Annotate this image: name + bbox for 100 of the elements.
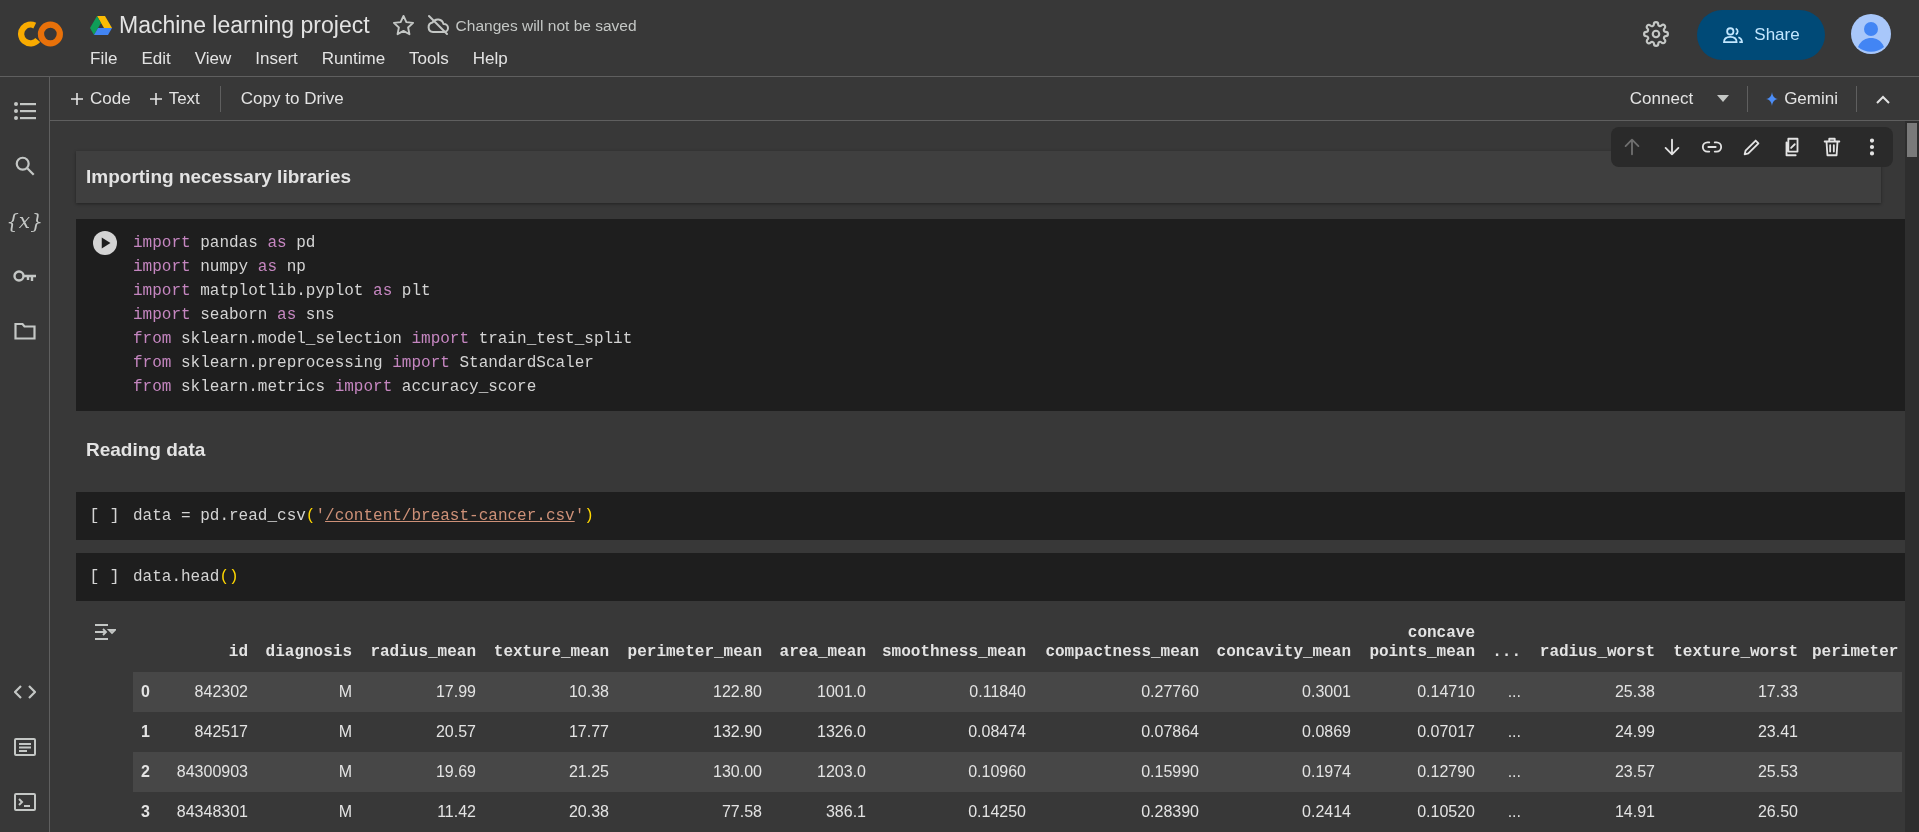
menu-item[interactable]: Edit [141,45,171,71]
table-cell: 17.33 [1655,672,1798,712]
row-index: 1 [133,712,160,752]
column-header: texture_mean [476,611,609,672]
table-cell: 23.57 [1521,752,1655,792]
connect-button[interactable]: Connect [1621,81,1738,116]
add-text-button[interactable]: Text [140,81,208,116]
notebook-title[interactable]: Machine learning project [119,8,370,43]
share-button[interactable]: Share [1697,10,1825,60]
table-cell: 24.99 [1521,712,1655,752]
section-heading: Reading data [86,437,206,462]
column-header: concave points_mean [1351,611,1475,672]
column-header: id [160,611,248,672]
drive-icon [90,15,112,35]
code-cell[interactable]: [ ] data = pd.read_csv('/content/breast-cancer.csv') [76,492,1905,540]
table-cell: 122.80 [609,672,762,712]
column-header: smoothness_mean [866,611,1026,672]
menu-item[interactable]: Insert [255,45,298,71]
table-cell: 20.38 [476,792,609,832]
table-cell: 0.12790 [1351,752,1475,792]
table-cell: 21.25 [476,752,609,792]
key-icon[interactable] [12,269,37,283]
code-line: from sklearn.metrics import accuracy_score [133,377,538,398]
collapse-icon[interactable] [1875,93,1891,104]
table-cell: 0.0869 [1199,712,1351,752]
table-cell: 0.1974 [1199,752,1351,792]
table-cell: 0.2414 [1199,792,1351,832]
code-line: import numpy as np [133,257,307,278]
code-line: import pandas as pd [133,233,317,254]
table-cell: 0.27760 [1026,672,1199,712]
table-cell: 0.07864 [1026,712,1199,752]
search-icon[interactable] [13,155,36,177]
terminal-icon[interactable] [13,793,36,811]
table-cell: M [248,712,352,752]
variables-icon[interactable]: {x} [6,209,43,233]
row-index: 0 [133,672,160,712]
table-cell: 132.90 [609,712,762,752]
code-line: import matplotlib.pyplot as plt [133,281,432,302]
menu-item[interactable]: File [90,45,118,71]
execution-count: [ ] [89,505,120,527]
command-palette-icon[interactable] [13,738,36,756]
table-cell: 0.14250 [866,792,1026,832]
table-cell: 386.1 [762,792,866,832]
table-cell: M [248,792,352,832]
colab-logo[interactable] [18,20,64,48]
copy-to-drive-button[interactable]: Copy to Drive [232,81,352,116]
plus-icon [70,91,84,106]
table-cell: ... [1475,752,1521,792]
save-status: Changes will not be saved [455,15,637,36]
avatar[interactable] [1851,14,1891,54]
table-cell: 1001.0 [762,672,866,712]
table-cell: ... [1475,672,1521,712]
table-of-contents-icon[interactable] [13,102,36,120]
caret-icon [1717,95,1730,102]
table-cell: 14.91 [1521,792,1655,832]
table-cell: 23.41 [1655,712,1798,752]
menu-item[interactable]: Runtime [321,45,386,71]
row-index: 3 [133,792,160,832]
table-cell: 0.15990 [1026,752,1199,792]
column-header: texture_worst [1655,611,1798,672]
table-cell: 11.42 [352,792,476,832]
table-cell: 20.57 [352,712,476,752]
column-header: ... [1475,611,1521,672]
star-icon[interactable] [391,13,415,37]
code-cell[interactable]: [ ] data.head() [76,553,1905,601]
selected-text-cell[interactable]: Importing necessary libraries [76,151,1881,203]
run-button[interactable] [92,231,117,255]
table-cell: 17.77 [476,712,609,752]
settings-icon[interactable] [1643,21,1669,47]
execution-count: [ ] [89,566,120,588]
menu-item[interactable]: View [194,45,232,71]
table-cell: 25.53 [1655,752,1798,792]
gemini-button[interactable]: Gemini [1758,81,1846,116]
add-code-button[interactable]: Code [62,81,139,116]
table-cell: M [248,752,352,792]
section-heading: Importing necessary libraries [86,164,352,189]
scrollbar-thumb[interactable] [1907,123,1917,157]
plus-icon [148,91,163,106]
menu-item[interactable]: Help [472,45,508,71]
column-header: diagnosis [248,611,352,672]
table-cell: 842302 [160,672,248,712]
table-cell: 10.38 [476,672,609,712]
table-cell: 0.11840 [866,672,1026,712]
column-header: concavity_mean [1199,611,1351,672]
output-menu-icon[interactable] [93,623,116,641]
column-header: perimeter_mean [609,611,762,672]
trash-icon[interactable] [1821,136,1843,158]
code-line: from sklearn.model_selection import train_test_split [133,329,633,350]
table-cell: 842517 [160,712,248,752]
folder-icon[interactable] [13,322,36,340]
menu-item[interactable]: Tools [409,45,449,71]
table-cell: 19.69 [352,752,476,792]
row-index: 2 [133,752,160,792]
code-icon[interactable] [13,685,36,699]
table-cell: 1203.0 [762,752,866,792]
table-cell: 0.10520 [1351,792,1475,832]
code-cell[interactable] [76,219,1905,411]
table-cell: 0.10960 [866,752,1026,792]
table-cell: 0.14710 [1351,672,1475,712]
column-header: compactness_mean [1026,611,1199,672]
